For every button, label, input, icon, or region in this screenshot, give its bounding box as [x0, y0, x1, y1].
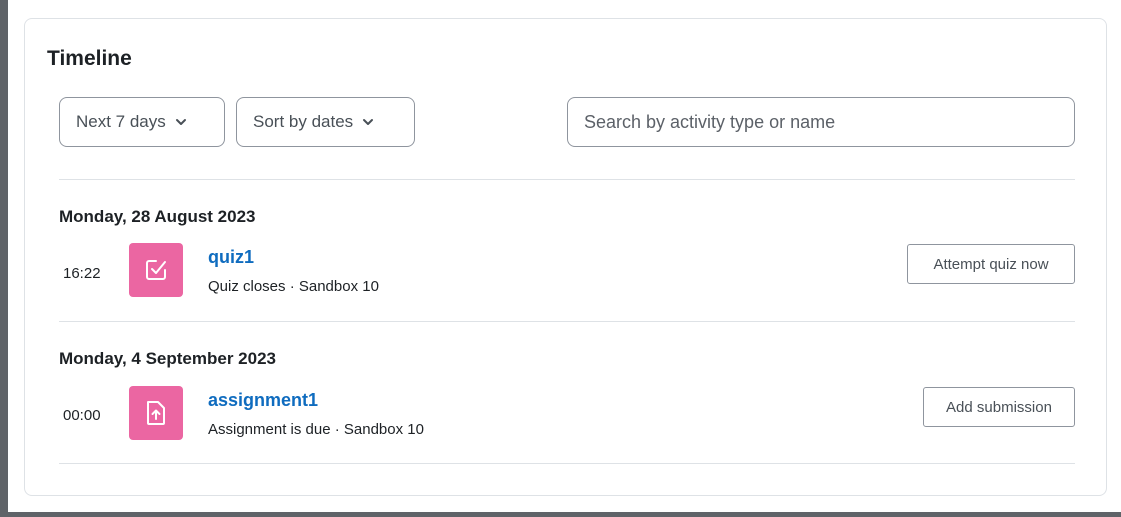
- timeline-card: Timeline Next 7 days Sort by dates Monda…: [24, 18, 1107, 496]
- activity-link-quiz1[interactable]: quiz1: [208, 247, 254, 268]
- date-heading: Monday, 28 August 2023: [59, 207, 256, 226]
- timeline-title: Timeline: [47, 47, 132, 70]
- sort-label: Sort by dates: [253, 112, 354, 131]
- date-heading: Monday, 4 September 2023: [59, 349, 276, 368]
- search-input[interactable]: [567, 97, 1075, 147]
- divider: [59, 463, 1075, 464]
- quiz-icon: [129, 243, 183, 297]
- days-filter-label: Next 7 days: [76, 112, 166, 131]
- event-time: 16:22: [63, 265, 101, 282]
- activity-meta: Assignment is due · Sandbox 10: [208, 421, 424, 438]
- chevron-down-icon: [175, 116, 187, 128]
- page-frame: Timeline Next 7 days Sort by dates Monda…: [8, 0, 1121, 512]
- sort-dropdown[interactable]: Sort by dates: [236, 97, 415, 147]
- activity-meta: Quiz closes · Sandbox 10: [208, 278, 379, 295]
- chevron-down-icon: [362, 116, 374, 128]
- assignment-icon: [129, 386, 183, 440]
- divider: [59, 179, 1075, 180]
- activity-link-assignment1[interactable]: assignment1: [208, 390, 318, 411]
- days-filter-dropdown[interactable]: Next 7 days: [59, 97, 225, 147]
- event-time: 00:00: [63, 407, 101, 424]
- attempt-quiz-button[interactable]: Attempt quiz now: [907, 244, 1075, 284]
- divider: [59, 321, 1075, 322]
- add-submission-button[interactable]: Add submission: [923, 387, 1075, 427]
